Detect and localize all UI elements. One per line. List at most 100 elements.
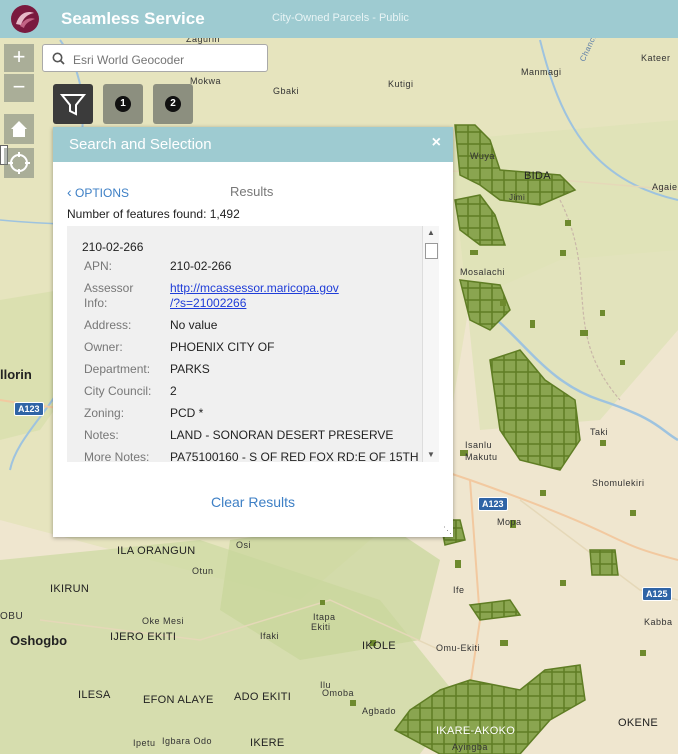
map-label-efon: EFON ALAYE	[143, 694, 214, 706]
road-shield-a123-east: A123	[478, 497, 508, 511]
locate-icon	[8, 152, 30, 174]
map-label-mokwa: Mokwa	[190, 76, 222, 86]
map-label-taki: Taki	[590, 427, 609, 437]
map-label-isanlu: Isanlu	[465, 440, 493, 450]
map-label-agaie: Agaie	[652, 182, 678, 192]
map-label-ilorin: llorin	[0, 367, 32, 382]
result-title[interactable]: 210-02-266	[82, 240, 143, 254]
panel-title: Search and Selection	[69, 136, 212, 153]
home-icon	[11, 121, 27, 137]
locate-button[interactable]	[4, 148, 34, 178]
search-icon	[52, 52, 65, 65]
chevron-left-icon: ‹	[67, 184, 72, 200]
map-label-obu: OBU	[0, 611, 24, 622]
map-label-ikare: IKARE-AKOKO	[436, 725, 516, 737]
attr-label: Info:	[84, 296, 108, 310]
attr-value: PARKS	[170, 362, 210, 376]
map-label-ikere: IKERE	[250, 737, 285, 749]
attr-label: More Notes:	[84, 450, 150, 462]
map-label-mosalachi: Mosalachi	[460, 267, 506, 277]
map-label-mopa: Mopa	[497, 517, 522, 527]
search-selection-panel: Search and Selection × ‹ OPTIONS Results…	[53, 127, 453, 537]
scroll-down-icon[interactable]: ▼	[427, 450, 435, 459]
attr-label: Notes:	[84, 428, 119, 442]
clear-results-button[interactable]: Clear Results	[53, 494, 453, 510]
results-heading: Results	[230, 184, 274, 199]
attr-value: PCD *	[170, 406, 204, 420]
panel-header: Search and Selection ×	[53, 127, 453, 162]
map-label-kutigi: Kutigi	[388, 79, 414, 89]
options-label: OPTIONS	[75, 186, 130, 200]
attr-label: Department:	[84, 362, 151, 376]
home-button[interactable]	[4, 114, 34, 144]
map-label-ijero: IJERO EKITI	[110, 631, 177, 643]
app-header: Seamless Service City-Owned Parcels - Pu…	[0, 0, 678, 38]
close-icon[interactable]: ×	[432, 134, 441, 152]
map-label-ekiti: Ekiti	[311, 622, 331, 632]
search-selection-widget-button[interactable]	[53, 84, 93, 124]
results-list[interactable]: 210-02-266 APN: 210-02-266 Assessor Info…	[67, 226, 439, 462]
filter-icon	[59, 94, 87, 116]
zoom-in-button[interactable]: +	[4, 44, 34, 72]
map-label-makutu: Makutu	[465, 452, 498, 462]
map-label-igbara: Igbara Odo	[162, 736, 213, 746]
map-label-itapa: Itapa	[313, 612, 336, 622]
map-label-kabba: Kabba	[644, 617, 673, 627]
map-label-ila-orangun: ILA ORANGUN	[117, 545, 196, 557]
map-label-osi: Osi	[236, 540, 251, 550]
assessor-link[interactable]: http://mcassessor.maricopa.gov	[170, 281, 339, 296]
map-label-omu-ekiti: Omu-Ekiti	[436, 643, 481, 653]
map-label-ayingba: Ayingba	[452, 742, 488, 752]
attr-label: Owner:	[84, 340, 123, 354]
map-label-ado: ADO EKITI	[234, 691, 292, 703]
scroll-up-icon[interactable]: ▲	[427, 228, 435, 237]
road-shield-a123-west: A123	[14, 402, 44, 416]
options-back-link[interactable]: ‹ OPTIONS	[67, 184, 129, 200]
app-subtitle: City-Owned Parcels - Public	[272, 12, 409, 24]
search-input[interactable]	[71, 50, 265, 69]
map-label-omoba: Omoba	[322, 688, 355, 698]
zoom-out-button[interactable]: −	[4, 74, 34, 102]
attr-value: PA75100160 - S OF RED FOX RD:E OF 15TH	[170, 450, 419, 462]
map-label-ikole: IKOLE	[362, 640, 396, 652]
map-label-ipetu: Ipetu	[133, 738, 156, 748]
attr-value: PHOENIX CITY OF	[170, 340, 275, 354]
map-label-okene: OKENE	[618, 717, 659, 729]
assessor-link-cont[interactable]: /?s=21002266	[170, 296, 246, 311]
resize-handle-icon[interactable]: ⋱	[443, 525, 452, 536]
map-label-otun: Otun	[192, 566, 214, 576]
feature-count: Number of features found: 1,492	[67, 207, 240, 221]
attr-label: Address:	[84, 318, 132, 332]
geocoder-search-box[interactable]	[42, 44, 268, 72]
attr-label: City Council:	[84, 384, 152, 398]
attr-value: 210-02-266	[170, 259, 232, 273]
widget-1-button[interactable]: 1	[103, 84, 143, 124]
map-label-kategr: Kateer	[641, 53, 671, 63]
map-label-oshogbo: Oshogbo	[10, 633, 68, 648]
attr-label: APN:	[84, 259, 113, 273]
attr-value: No value	[170, 318, 218, 332]
attr-label: Zoning:	[84, 406, 125, 420]
app-logo	[11, 5, 39, 33]
map-label-manmagi: Manmagi	[521, 67, 562, 77]
app-title: Seamless Service	[61, 9, 205, 28]
map-label-ife: Ife	[453, 585, 465, 595]
map-label-oke-mesi: Oke Mesi	[142, 616, 185, 626]
map-label-ikirun: IKIRUN	[50, 583, 90, 595]
map-label-wuya: Wuya	[470, 151, 495, 161]
attr-value: LAND - SONORAN DESERT PRESERVE	[170, 428, 394, 442]
map-label-bida: BIDA	[524, 170, 551, 182]
attr-label: Assessor	[84, 281, 134, 295]
scrollbar-thumb[interactable]	[425, 243, 438, 259]
results-scrollbar[interactable]: ▲ ▼	[422, 226, 439, 462]
map-label-jimi: Jimi	[509, 193, 526, 202]
map-label-shomulekiri: Shomulekiri	[592, 478, 645, 488]
road-shield-a125: A125	[642, 587, 672, 601]
map-label-ifaki: Ifaki	[260, 631, 280, 641]
map-label-ilesa: ILESA	[78, 689, 111, 701]
map-label-gbaki: Gbaki	[273, 86, 300, 96]
widget-1-badge: 1	[115, 96, 131, 112]
widget-2-button[interactable]: 2	[153, 84, 193, 124]
map-label-agbado: Agbado	[362, 706, 397, 716]
widget-2-badge: 2	[165, 96, 181, 112]
